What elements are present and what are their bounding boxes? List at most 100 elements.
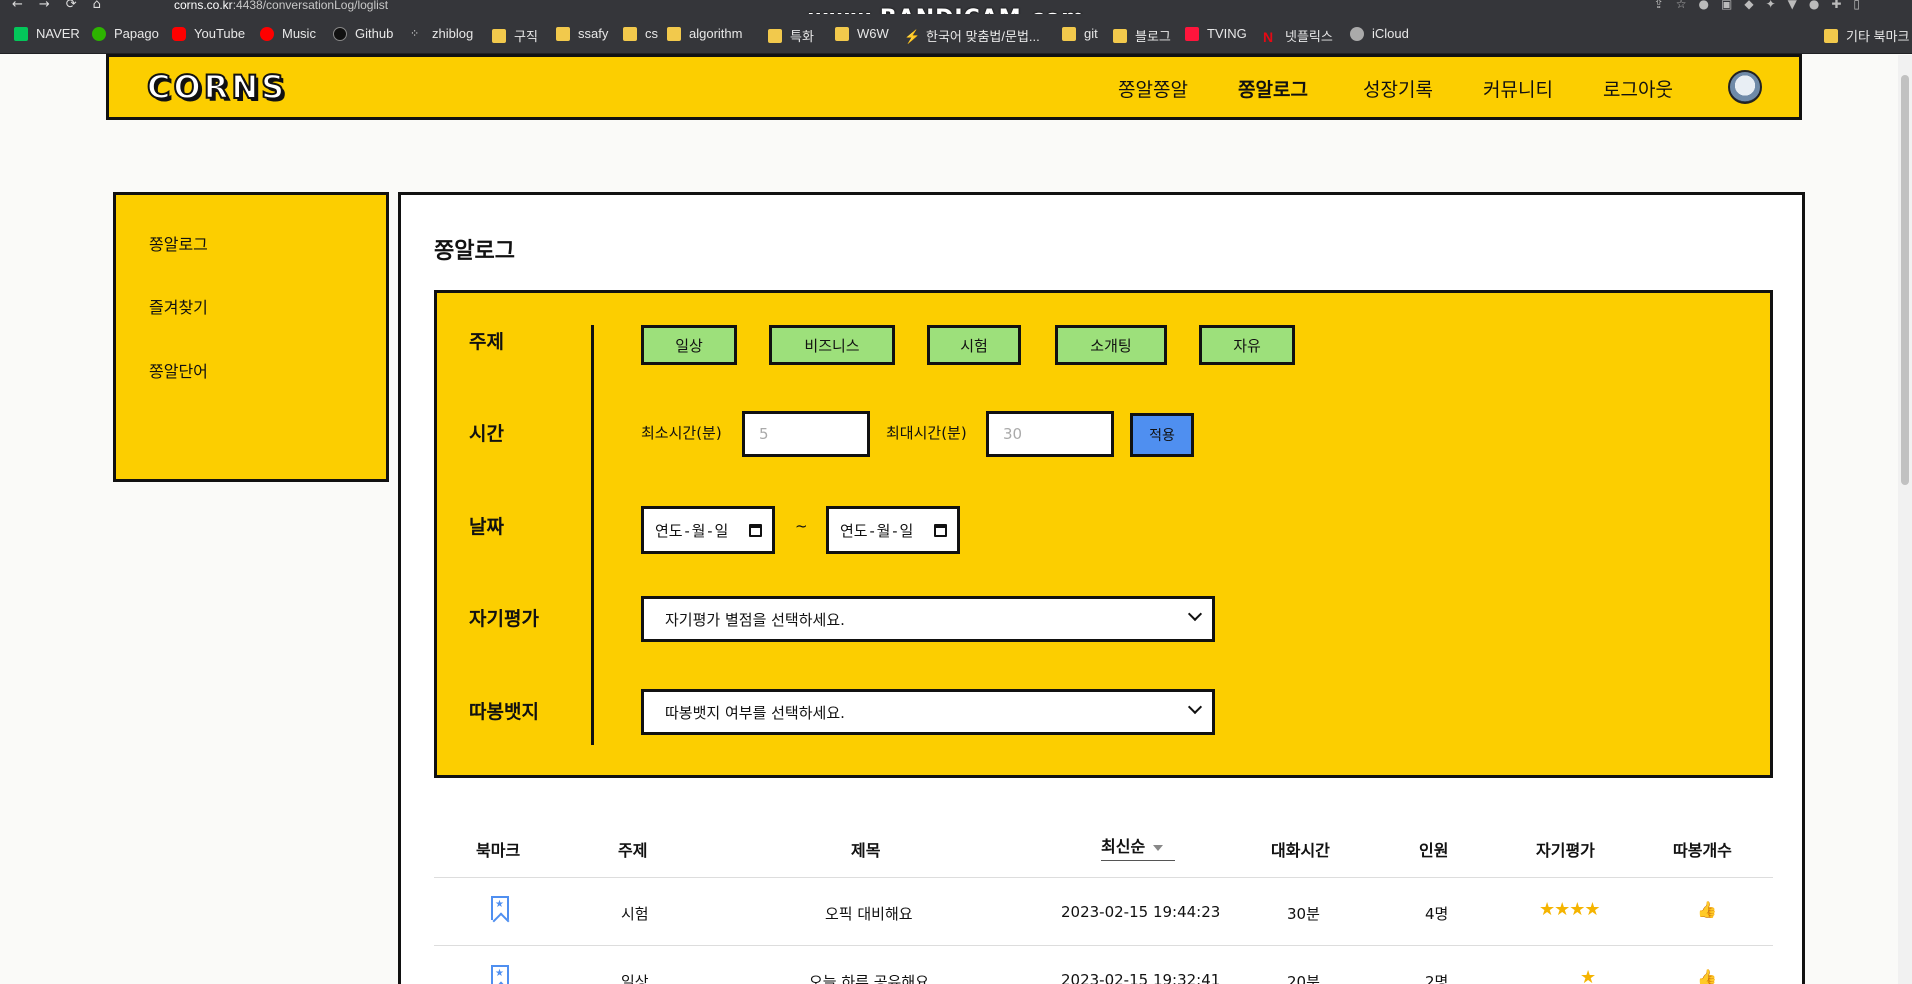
sort-select-value: 최신순: [1101, 837, 1146, 856]
nav-jjongal-log[interactable]: 쫑알로그: [1238, 75, 1308, 102]
time-label: 시간: [469, 423, 504, 445]
tving-icon: [1185, 26, 1199, 41]
scrollbar-thumb[interactable]: [1901, 75, 1909, 485]
folder-icon: [556, 26, 570, 41]
bookmark-item[interactable]: iCloud: [1350, 26, 1409, 41]
bookmark-item[interactable]: ⁘ zhiblog: [410, 26, 473, 41]
bookmark-label: YouTube: [194, 26, 246, 41]
date-label: 날짜: [469, 516, 504, 538]
folder-icon: [667, 26, 681, 41]
topic-button-business[interactable]: 비즈니스: [769, 325, 895, 365]
column-people: 인원: [1419, 841, 1449, 860]
bookmark-label: Music: [282, 26, 316, 41]
caret-down-icon: [1153, 844, 1164, 851]
bookmark-label: NAVER: [36, 26, 80, 41]
nav-logout[interactable]: 로그아웃: [1603, 75, 1673, 102]
folder-icon: [492, 28, 506, 43]
rating-select[interactable]: 자기평가 별점을 선택하세요.: [641, 596, 1215, 642]
bookmark-item[interactable]: Github: [333, 26, 393, 41]
bookmark-label: TVING: [1207, 26, 1247, 41]
page-scrollbar[interactable]: [1898, 55, 1912, 984]
folder-icon: [1113, 28, 1127, 43]
end-date-placeholder: 연도-월-일: [840, 521, 914, 540]
avatar[interactable]: [1728, 70, 1762, 104]
sort-select[interactable]: 최신순: [1101, 833, 1175, 861]
topic-button-blind-date[interactable]: 소개팅: [1055, 325, 1167, 365]
rating-select-value: 자기평가 별점을 선택하세요.: [665, 610, 845, 629]
bookmark-item[interactable]: ⚡ 한국어 맞춤법/문법...: [904, 26, 1040, 45]
bookmark-item[interactable]: 특화: [768, 26, 814, 45]
bookmark-item[interactable]: 블로그: [1113, 26, 1171, 45]
nav-community[interactable]: 커뮤니티: [1483, 75, 1553, 102]
folder-icon: [1062, 26, 1076, 41]
browser-nav-icons[interactable]: ←→⟳⌂: [12, 0, 117, 12]
min-time-input[interactable]: 5: [742, 411, 870, 457]
column-title: 제목: [851, 841, 881, 860]
folder-icon: [835, 26, 849, 41]
spellcheck-icon: ⚡: [904, 28, 921, 44]
calendar-icon[interactable]: [749, 524, 762, 537]
calendar-icon[interactable]: [934, 524, 947, 537]
badge-select[interactable]: 따봉뱃지 여부를 선택하세요.: [641, 689, 1215, 735]
folder-icon: [768, 28, 782, 43]
row-people: 4명: [1425, 905, 1449, 923]
bookmark-item[interactable]: 구직: [492, 26, 538, 45]
address-bar[interactable]: corns.co.kr:4438/conversationLog/loglist: [174, 0, 388, 12]
bookmark-label: Papago: [114, 26, 159, 41]
star-icon: ★: [1554, 899, 1570, 920]
url-host: corns.co.kr: [174, 0, 233, 12]
row-title[interactable]: 오픽 대비해요: [825, 903, 913, 924]
bookmark-item[interactable]: N 넷플릭스: [1263, 26, 1333, 45]
sidebar-item-favorites[interactable]: 즐겨찾기: [149, 294, 208, 318]
thumbs-up-icon: 👍: [1697, 968, 1717, 984]
apple-icon: [1350, 26, 1364, 41]
apply-button[interactable]: 적용: [1130, 413, 1194, 457]
column-rating: 자기평가: [1536, 841, 1595, 860]
end-date-input[interactable]: 연도-월-일: [826, 506, 960, 554]
row-topic: 일상: [621, 973, 649, 984]
bookmark-item[interactable]: Music: [260, 26, 316, 41]
youtube-icon: [172, 26, 186, 41]
bookmark-item[interactable]: algorithm: [667, 26, 742, 41]
bookmark-label: cs: [645, 26, 658, 41]
topic-button-exam[interactable]: 시험: [927, 325, 1021, 365]
start-date-input[interactable]: 연도-월-일: [641, 506, 775, 554]
chevron-down-icon: [1187, 606, 1203, 622]
bookmark-item[interactable]: YouTube: [172, 26, 245, 41]
bookmark-icon[interactable]: ★: [491, 965, 509, 984]
bookmark-item[interactable]: W6W: [835, 26, 889, 41]
bookmark-item[interactable]: NAVER: [14, 26, 80, 41]
bookmark-item[interactable]: Papago: [92, 26, 159, 41]
sidebar-item-words[interactable]: 쫑알단어: [149, 358, 208, 382]
column-topic: 주제: [618, 841, 648, 860]
topic-button-daily[interactable]: 일상: [641, 325, 737, 365]
start-date-placeholder: 연도-월-일: [655, 521, 729, 540]
nav-jjongal-jjongal[interactable]: 쫑알쫑알: [1118, 75, 1188, 102]
filter-divider: [591, 325, 594, 745]
bookmark-item[interactable]: ssafy: [556, 26, 608, 41]
extension-icons[interactable]: ⇪☆●▣◆✦▼●✚▯: [1654, 0, 1872, 11]
sidebar-item-log[interactable]: 쫑알로그: [149, 231, 208, 255]
bookmark-label: iCloud: [1372, 26, 1409, 41]
row-people: 2명: [1425, 973, 1449, 984]
filter-panel: 주제 시간 날짜 자기평가 따봉뱃지 일상 비즈니스 시험 소개팅 자유 최소시…: [434, 290, 1773, 778]
bookmark-label: 블로그: [1135, 29, 1171, 44]
corns-logo[interactable]: CORNS: [146, 67, 287, 107]
bookmark-icon[interactable]: ★: [491, 896, 509, 920]
bookmark-item[interactable]: cs: [623, 26, 658, 41]
row-title[interactable]: 오늘 하루 공유해요: [809, 971, 929, 984]
bookmark-item[interactable]: 기타 북마크: [1824, 26, 1909, 45]
row-duration: 20분: [1287, 973, 1320, 984]
bookmark-item[interactable]: TVING: [1185, 26, 1247, 41]
row-divider: [434, 945, 1773, 946]
topic-button-free[interactable]: 자유: [1199, 325, 1295, 365]
nav-growth-record[interactable]: 성장기록: [1363, 75, 1433, 102]
max-time-input[interactable]: 30: [986, 411, 1114, 457]
thumbs-up-icon: 👍: [1697, 900, 1717, 919]
rating-stars: ★★★★: [1539, 899, 1601, 920]
column-duration: 대화시간: [1271, 841, 1330, 860]
url-path: :4438/conversationLog/loglist: [232, 0, 389, 12]
bookmark-item[interactable]: git: [1062, 26, 1098, 41]
bookmark-label: 한국어 맞춤법/문법...: [926, 29, 1040, 44]
bookmark-label: 구직: [514, 29, 538, 44]
